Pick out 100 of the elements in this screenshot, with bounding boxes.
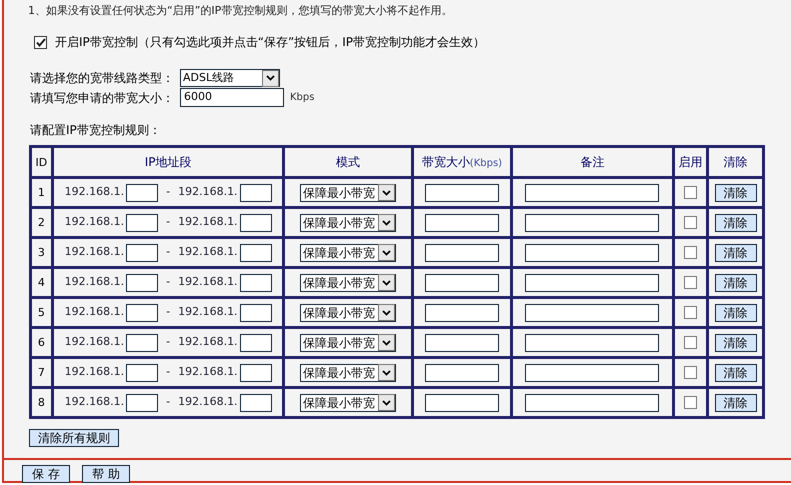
row-id: 3: [38, 246, 45, 260]
bandwidth-field[interactable]: [424, 304, 499, 322]
mode-select[interactable]: 保障最小带宽: [300, 304, 396, 322]
save-button[interactable]: 保 存: [22, 465, 70, 483]
row-id: 7: [38, 366, 45, 380]
note-text: 1、如果没有设置任何状态为“启用”的IP带宽控制规则，您填写的带宽大小将不起作用。: [28, 4, 452, 17]
ip-separator: -: [166, 214, 170, 230]
ip-prefix: 192.168.1.: [178, 214, 238, 230]
checkbox[interactable]: [684, 396, 697, 409]
clear-button[interactable]: 清除: [714, 304, 757, 322]
ip-prefix: 192.168.1.: [178, 274, 238, 290]
checkbox[interactable]: [684, 246, 697, 259]
bandwidth-field[interactable]: [424, 394, 499, 412]
remark-field[interactable]: [525, 364, 660, 382]
checkbox[interactable]: [34, 36, 47, 48]
ip-prefix: 192.168.1.: [64, 184, 124, 200]
ip-start-field[interactable]: [126, 214, 158, 232]
checkbox[interactable]: [684, 276, 697, 289]
bandwidth-field[interactable]: [424, 274, 499, 292]
ip-prefix: 192.168.1.: [64, 394, 124, 410]
ip-separator: -: [166, 184, 170, 200]
clear-button[interactable]: 清除: [714, 334, 757, 352]
ip-prefix: 192.168.1.: [64, 214, 124, 230]
remark-field[interactable]: [525, 274, 660, 292]
ip-separator: -: [166, 394, 170, 410]
mode-select[interactable]: 保障最小带宽: [300, 214, 396, 232]
bandwidth-input[interactable]: 6000: [180, 88, 284, 107]
ip-prefix: 192.168.1.: [64, 244, 124, 260]
column-header: ID: [36, 156, 48, 169]
ip-end-field[interactable]: [240, 304, 272, 322]
mode-select[interactable]: 保障最小带宽: [300, 274, 396, 292]
ip-prefix: 192.168.1.: [178, 364, 238, 380]
ip-prefix: 192.168.1.: [64, 304, 124, 320]
row-id: 6: [38, 336, 45, 350]
bandwidth-field[interactable]: [424, 244, 499, 262]
ip-end-field[interactable]: [240, 244, 272, 262]
ip-separator: -: [166, 244, 170, 260]
checkbox[interactable]: [684, 306, 697, 319]
row-id: 2: [38, 216, 45, 230]
ip-end-field[interactable]: [240, 394, 272, 412]
enable-label: 开启IP带宽控制（只有勾选此项并点击“保存”按钮后，IP带宽控制功能才会生效）: [55, 34, 485, 51]
clear-button[interactable]: 清除: [714, 214, 757, 232]
ip-end-field[interactable]: [240, 274, 272, 292]
ip-end-field[interactable]: [240, 214, 272, 232]
bandwidth-unit: Kbps: [290, 91, 314, 105]
mode-select[interactable]: 保障最小带宽: [300, 244, 396, 262]
row-id: 1: [38, 186, 45, 200]
ip-prefix: 192.168.1.: [178, 394, 238, 410]
ip-start-field[interactable]: [126, 274, 158, 292]
mode-select[interactable]: 保障最小带宽: [300, 364, 396, 382]
clear-button[interactable]: 清除: [714, 364, 757, 382]
bandwidth-field[interactable]: [424, 334, 499, 352]
mode-select[interactable]: 保障最小带宽: [300, 334, 396, 352]
clear-button[interactable]: 清除: [714, 394, 757, 412]
line-type-select[interactable]: ADSL线路: [180, 69, 280, 87]
ip-end-field[interactable]: [240, 334, 272, 352]
column-unit: (Kbps): [470, 158, 502, 169]
clear-all-button[interactable]: 清除所有规则: [29, 429, 119, 447]
rules-title: 请配置IP带宽控制规则：: [30, 123, 161, 137]
ip-prefix: 192.168.1.: [178, 334, 238, 350]
checkbox[interactable]: [684, 366, 697, 379]
mode-select[interactable]: 保障最小带宽: [300, 394, 396, 412]
remark-field[interactable]: [525, 334, 660, 352]
checkbox[interactable]: [684, 216, 697, 229]
ip-separator: -: [166, 364, 170, 380]
ip-separator: -: [166, 334, 170, 350]
ip-start-field[interactable]: [126, 304, 158, 322]
column-header: 启用: [678, 155, 702, 169]
bandwidth-field[interactable]: [424, 184, 499, 202]
clear-button[interactable]: 清除: [714, 274, 757, 292]
column-header: 带宽大小: [422, 155, 470, 169]
ip-prefix: 192.168.1.: [64, 274, 124, 290]
ip-separator: -: [166, 274, 170, 290]
mode-select[interactable]: 保障最小带宽: [300, 184, 396, 202]
ip-prefix: 192.168.1.: [64, 364, 124, 380]
clear-button[interactable]: 清除: [714, 184, 757, 202]
ip-end-field[interactable]: [240, 184, 272, 202]
ip-start-field[interactable]: [126, 364, 158, 382]
ip-start-field[interactable]: [126, 244, 158, 262]
remark-field[interactable]: [525, 394, 660, 412]
remark-field[interactable]: [525, 184, 660, 202]
checkbox[interactable]: [684, 186, 697, 199]
remark-field[interactable]: [525, 244, 660, 262]
ip-prefix: 192.168.1.: [178, 244, 238, 260]
bandwidth-field[interactable]: [424, 364, 499, 382]
bandwidth-label: 请填写您申请的带宽大小：: [30, 90, 175, 106]
checkbox[interactable]: [684, 336, 697, 349]
help-button[interactable]: 帮 助: [82, 465, 130, 483]
clear-button[interactable]: 清除: [714, 244, 757, 262]
bandwidth-field[interactable]: [424, 214, 499, 232]
ip-start-field[interactable]: [126, 184, 158, 202]
column-header: 备注: [580, 155, 604, 169]
remark-field[interactable]: [525, 304, 660, 322]
line-type-label: 请选择您的宽带线路类型：: [30, 70, 175, 87]
ip-start-field[interactable]: [126, 394, 158, 412]
ip-prefix: 192.168.1.: [64, 334, 124, 350]
ip-start-field[interactable]: [126, 334, 158, 352]
row-id: 5: [38, 306, 45, 320]
remark-field[interactable]: [525, 214, 660, 232]
ip-end-field[interactable]: [240, 364, 272, 382]
